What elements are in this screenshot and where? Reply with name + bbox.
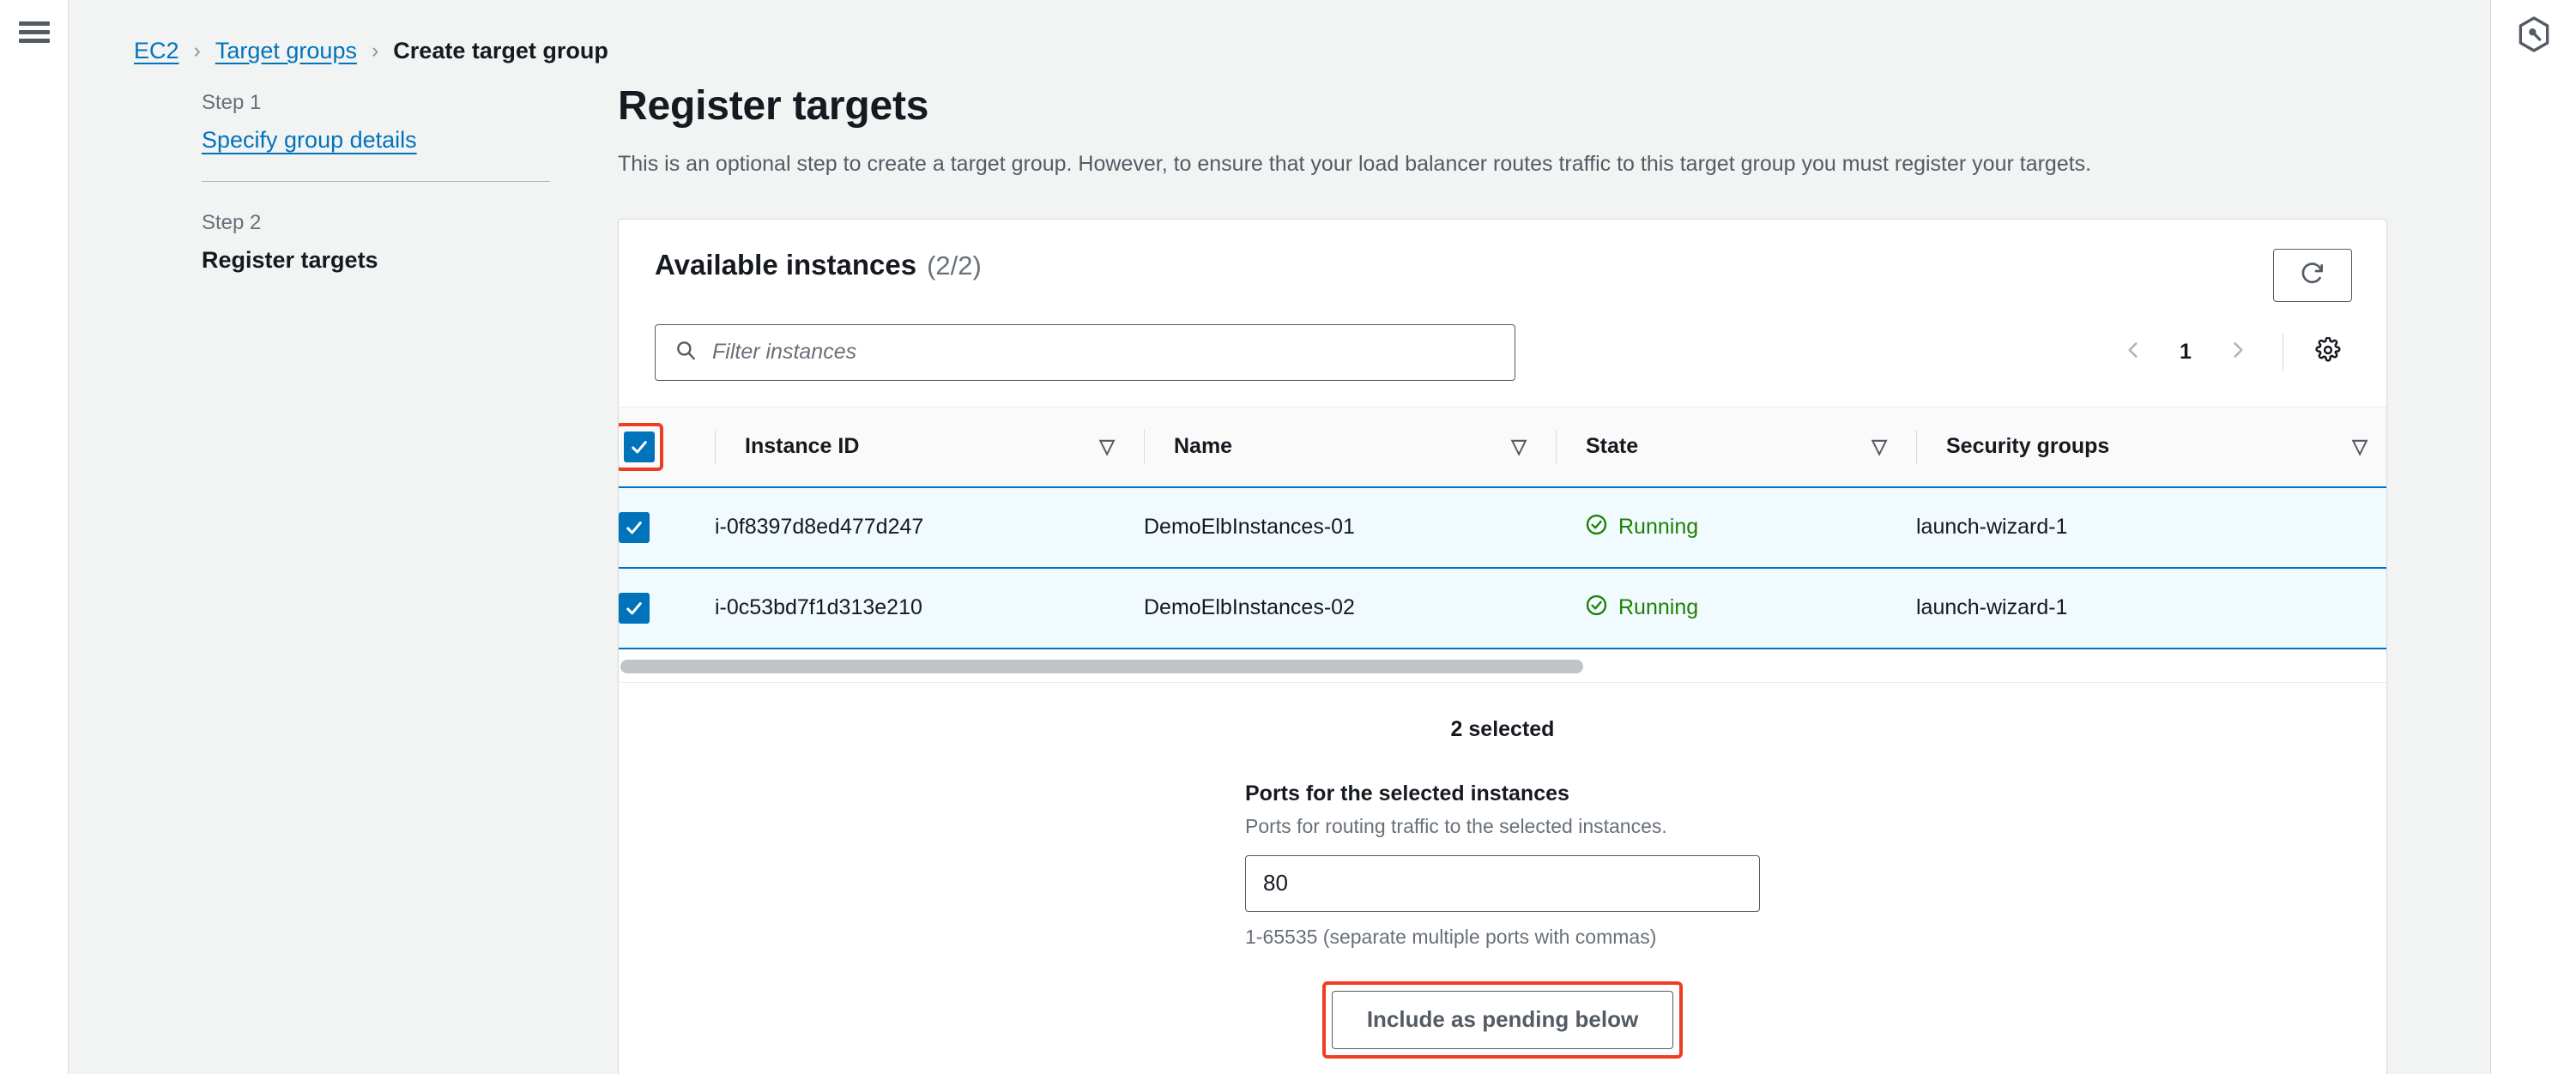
breadcrumb-item-target-groups[interactable]: Target groups bbox=[215, 38, 357, 64]
status-running-icon bbox=[1585, 594, 1608, 623]
wizard-step-2-label: Register targets bbox=[202, 247, 378, 274]
breadcrumb-separator-icon: › bbox=[191, 40, 203, 62]
wizard-steps-sidebar: Step 1 Specify group details Step 2 Regi… bbox=[69, 70, 618, 1074]
table-row[interactable]: i-0c53bd7f1d313e210 DemoElbInstances-02 bbox=[619, 568, 2387, 649]
breadcrumb: EC2 › Target groups › Create target grou… bbox=[69, 0, 2490, 70]
card-title: Available instances bbox=[655, 249, 916, 281]
sort-descending-icon: ▽ bbox=[2352, 437, 2367, 456]
page-description: This is an optional step to create a tar… bbox=[618, 149, 2490, 179]
pagination-page-1[interactable]: 1 bbox=[2166, 340, 2205, 365]
chevron-left-icon bbox=[2122, 339, 2144, 365]
table-horizontal-scroll bbox=[619, 649, 2386, 682]
pagination-next-button[interactable] bbox=[2214, 329, 2262, 377]
wizard-steps-divider bbox=[202, 181, 550, 182]
refresh-icon bbox=[2299, 259, 2326, 291]
cloudshell-hexagon-icon[interactable] bbox=[2517, 15, 2551, 1074]
row-checkbox[interactable] bbox=[619, 593, 650, 624]
search-input[interactable]: Filter instances bbox=[655, 324, 1515, 381]
include-pending-annotation-highlight: Include as pending below bbox=[1326, 985, 1679, 1055]
column-header-state[interactable]: State ▽ bbox=[1556, 407, 1916, 487]
gear-icon bbox=[2315, 337, 2341, 367]
breadcrumb-item-current: Create target group bbox=[393, 38, 608, 64]
cell-instance-id: i-0f8397d8ed477d247 bbox=[715, 487, 1144, 568]
instances-table: Instance ID ▽ Name ▽ bbox=[619, 407, 2387, 649]
table-row[interactable]: i-0f8397d8ed477d247 DemoElbInstances-01 bbox=[619, 487, 2387, 568]
column-header-instance-id[interactable]: Instance ID ▽ bbox=[715, 407, 1144, 487]
column-label: Instance ID bbox=[745, 434, 859, 459]
ports-form-field: Ports for the selected instances Ports f… bbox=[1245, 781, 1760, 949]
chevron-right-icon bbox=[2227, 339, 2249, 365]
wizard-step-2: Step 2 Register targets bbox=[202, 211, 618, 274]
content-column: EC2 › Target groups › Create target grou… bbox=[69, 0, 2490, 1074]
cell-instance-id: i-0c53bd7f1d313e210 bbox=[715, 568, 1144, 649]
include-as-pending-button[interactable]: Include as pending below bbox=[1332, 991, 1673, 1049]
search-placeholder: Filter instances bbox=[712, 340, 856, 365]
row-checkbox[interactable] bbox=[619, 512, 650, 543]
row-select-cell bbox=[619, 487, 715, 568]
ports-input[interactable]: 80 bbox=[1245, 855, 1760, 912]
cell-name: DemoElbInstances-01 bbox=[1144, 487, 1556, 568]
pagination-prev-button[interactable] bbox=[2109, 329, 2157, 377]
right-utility-rail bbox=[2490, 0, 2576, 1074]
hamburger-menu-icon[interactable] bbox=[19, 19, 50, 43]
main-content: Register targets This is an optional ste… bbox=[618, 70, 2490, 1074]
ports-constraint-text: 1-65535 (separate multiple ports with co… bbox=[1245, 926, 1760, 949]
column-header-security-groups[interactable]: Security groups ▽ bbox=[1916, 407, 2387, 487]
status-running-icon bbox=[1585, 513, 1608, 542]
ports-label: Ports for the selected instances bbox=[1245, 781, 1760, 806]
sort-descending-icon: ▽ bbox=[1511, 437, 1527, 456]
cell-security-groups: launch-wizard-1 bbox=[1916, 487, 2387, 568]
wizard-step-1-kicker: Step 1 bbox=[202, 91, 618, 115]
page-root: EC2 › Target groups › Create target grou… bbox=[0, 0, 2576, 1074]
selected-count-label: 2 selected bbox=[1451, 717, 1555, 742]
select-all-checkbox[interactable] bbox=[624, 431, 655, 462]
cell-name: DemoElbInstances-02 bbox=[1144, 568, 1556, 649]
search-icon bbox=[674, 339, 697, 365]
row-select-cell bbox=[619, 568, 715, 649]
column-label: State bbox=[1586, 434, 1638, 459]
table-head: Instance ID ▽ Name ▽ bbox=[619, 407, 2387, 487]
table-body: i-0f8397d8ed477d247 DemoElbInstances-01 bbox=[619, 487, 2387, 649]
scrollbar-track[interactable] bbox=[620, 660, 2383, 673]
state-label: Running bbox=[1618, 515, 1698, 540]
selection-panel: 2 selected Ports for the selected instan… bbox=[619, 682, 2386, 1074]
cell-state: Running bbox=[1556, 568, 1916, 649]
wizard-step-2-kicker: Step 2 bbox=[202, 211, 618, 235]
sort-descending-icon: ▽ bbox=[1099, 437, 1115, 456]
state-label: Running bbox=[1618, 595, 1698, 620]
wizard-step-1-link[interactable]: Specify group details bbox=[202, 127, 417, 154]
card-title-group: Available instances (2/2) bbox=[655, 249, 982, 281]
scrollbar-thumb[interactable] bbox=[620, 660, 1583, 673]
sort-descending-icon: ▽ bbox=[1872, 437, 1887, 456]
breadcrumb-separator-icon: › bbox=[369, 40, 381, 62]
column-header-name[interactable]: Name ▽ bbox=[1144, 407, 1556, 487]
select-all-header-cell bbox=[619, 407, 715, 487]
ports-description: Ports for routing traffic to the selecte… bbox=[1245, 815, 1760, 838]
breadcrumb-item-ec2[interactable]: EC2 bbox=[134, 38, 179, 64]
left-nav-rail bbox=[0, 0, 69, 1074]
cell-state: Running bbox=[1556, 487, 1916, 568]
page-title: Register targets bbox=[618, 82, 2490, 130]
wizard-step-1: Step 1 Specify group details bbox=[202, 91, 618, 154]
card-header: Available instances (2/2) bbox=[619, 220, 2386, 302]
available-instances-card: Available instances (2/2) bbox=[618, 219, 2387, 1074]
body-row: Step 1 Specify group details Step 2 Regi… bbox=[69, 70, 2490, 1074]
table-preferences-button[interactable] bbox=[2304, 329, 2352, 377]
column-label: Security groups bbox=[1946, 434, 2109, 459]
table-pagination: 1 bbox=[2109, 329, 2352, 377]
select-all-annotation-highlight bbox=[619, 426, 660, 468]
table-header-row: Instance ID ▽ Name ▽ bbox=[619, 407, 2387, 487]
refresh-button[interactable] bbox=[2273, 249, 2352, 302]
column-label: Name bbox=[1174, 434, 1232, 459]
filter-row: Filter instances 1 bbox=[619, 302, 2386, 407]
cell-security-groups: launch-wizard-1 bbox=[1916, 568, 2387, 649]
card-count: (2/2) bbox=[927, 250, 982, 281]
